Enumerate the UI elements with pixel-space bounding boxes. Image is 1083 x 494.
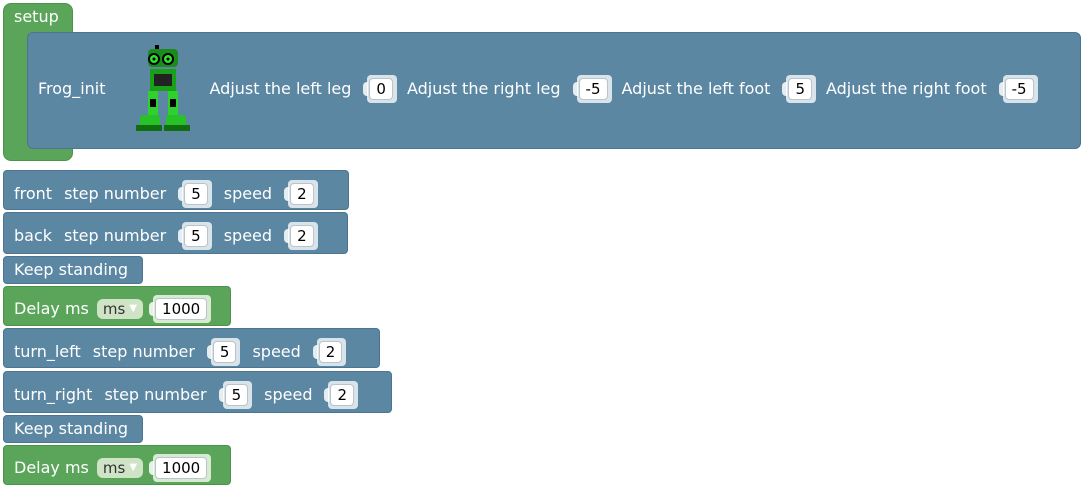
front-speed-slot: 2 [284,180,318,208]
back-speed-input[interactable]: 2 [290,225,314,247]
delay-value-slot-2: 1000 [149,454,212,482]
delay-unit-dropdown-2[interactable]: ms ▼ [96,458,144,478]
turn-right-step-input[interactable]: 5 [224,384,249,406]
right-leg-slot: -5 [572,75,612,103]
front-block[interactable]: front step number 5 speed 2 [3,170,349,210]
delay-label-2: Delay ms [14,458,89,477]
delay-value-input-1[interactable]: 1000 [155,298,208,320]
left-leg-input[interactable]: 0 [369,78,393,100]
delay-unit-dropdown-1[interactable]: ms ▼ [96,299,144,319]
keep-standing-label-2: Keep standing [14,419,129,438]
right-foot-slot: -5 [998,75,1038,103]
turn-left-speed-slot: 2 [312,338,347,366]
back-step-label: step number [64,226,167,245]
dropdown-arrow-icon: ▼ [129,462,138,473]
left-foot-input[interactable]: 5 [788,78,812,100]
back-step-input[interactable]: 5 [184,225,208,247]
keep-standing-block-1[interactable]: Keep standing [3,256,143,284]
front-speed-input[interactable]: 2 [290,183,314,205]
turn-left-speed-input[interactable]: 2 [318,341,343,363]
keep-standing-label-1: Keep standing [14,260,129,279]
front-step-slot: 5 [178,180,212,208]
delay-label-1: Delay ms [14,299,89,318]
left-foot-label: Adjust the left foot [621,79,771,98]
front-speed-label: speed [223,184,273,203]
keep-standing-block-2[interactable]: Keep standing [3,415,143,443]
turn-right-speed-slot: 2 [324,381,359,409]
frog-init-block[interactable]: Frog_init Adjust the left leg 0 Adjust t… [27,32,1081,149]
turn-left-block[interactable]: turn_left step number 5 speed 2 [3,328,380,368]
right-leg-input[interactable]: -5 [578,78,608,100]
right-foot-label: Adjust the right foot [825,79,987,98]
back-step-slot: 5 [178,222,212,250]
back-label: back [14,226,53,245]
delay-value-input-2[interactable]: 1000 [155,457,208,479]
turn-left-speed-label: speed [252,342,301,361]
turn-right-block[interactable]: turn_right step number 5 speed 2 [3,371,392,413]
frog-robot-icon [130,41,200,137]
delay-unit-text-1: ms [102,300,126,318]
front-step-label: step number [64,184,167,203]
turn-right-speed-label: speed [264,385,313,404]
front-step-input[interactable]: 5 [184,183,208,205]
setup-label: setup [14,7,59,26]
delay-block-2[interactable]: Delay ms ms ▼ 1000 [3,445,231,485]
dropdown-arrow-icon: ▼ [129,303,138,314]
left-foot-slot: 5 [782,75,816,103]
turn-right-label: turn_right [14,385,93,404]
delay-block-1[interactable]: Delay ms ms ▼ 1000 [3,286,231,326]
back-speed-slot: 2 [284,222,318,250]
turn-left-step-label: step number [92,342,195,361]
right-foot-input[interactable]: -5 [1004,78,1034,100]
delay-value-slot-1: 1000 [149,295,212,323]
right-leg-label: Adjust the right leg [406,79,561,98]
turn-right-step-slot: 5 [218,381,253,409]
turn-left-label: turn_left [14,342,81,361]
turn-left-step-input[interactable]: 5 [212,341,237,363]
back-speed-label: speed [223,226,273,245]
back-block[interactable]: back step number 5 speed 2 [3,212,348,254]
left-leg-label: Adjust the left leg [209,79,352,98]
delay-unit-text-2: ms [102,459,126,477]
turn-left-step-slot: 5 [206,338,241,366]
turn-right-step-label: step number [104,385,207,404]
left-leg-slot: 0 [363,75,397,103]
turn-right-speed-input[interactable]: 2 [330,384,355,406]
frog-init-label: Frog_init [38,79,106,98]
front-label: front [14,184,53,203]
